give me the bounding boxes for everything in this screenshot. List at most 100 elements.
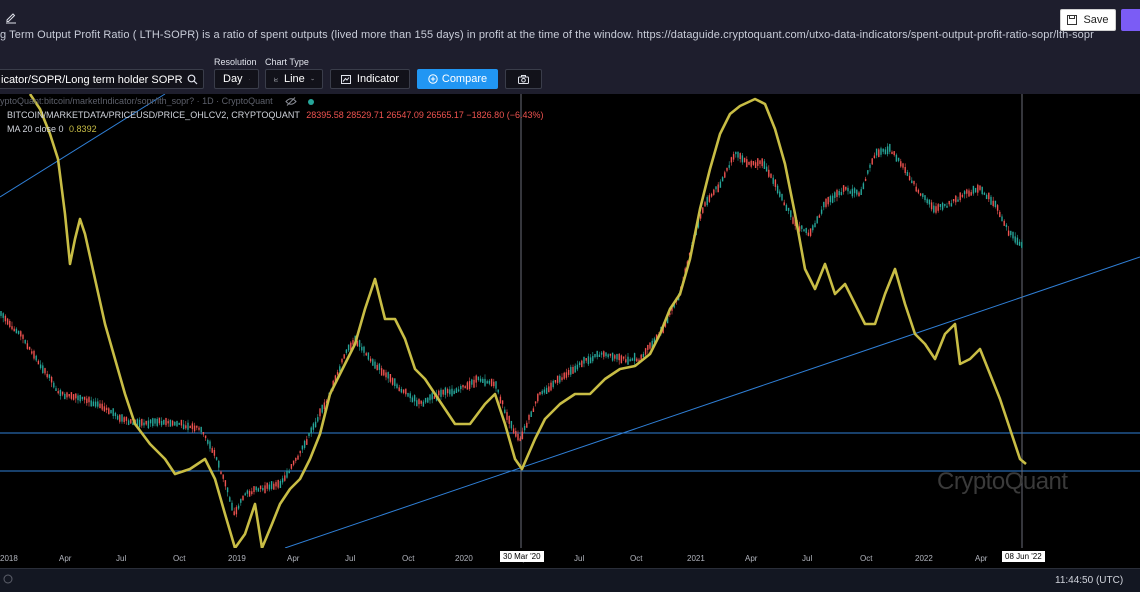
candle-body: [948, 200, 950, 205]
candle-body: [550, 382, 552, 391]
candle-body: [323, 402, 326, 410]
candle-body: [321, 404, 323, 413]
crosshair-date-tag: 30 Mar '20: [500, 551, 544, 562]
candle-body: [42, 365, 44, 373]
candle-body: [647, 345, 649, 350]
screenshot-button[interactable]: [505, 69, 542, 89]
x-tick-label: Jul: [116, 554, 127, 563]
candle-body: [264, 485, 266, 494]
candle-body: [479, 378, 482, 382]
candle-body: [891, 151, 893, 155]
sync-icon[interactable]: [2, 573, 14, 585]
candle-body: [464, 386, 466, 389]
x-tick-label: Apr: [745, 554, 758, 563]
eye-hidden-icon[interactable]: [285, 97, 297, 106]
candle-body: [99, 403, 101, 409]
candle-body: [545, 387, 548, 394]
candle-body: [737, 151, 739, 158]
candle-body: [303, 440, 306, 448]
candle-body: [490, 378, 493, 386]
indicator-path-text: icator/SOPR/Long term holder SOPR: [1, 74, 183, 86]
candle-body: [376, 364, 378, 371]
candle-body: [512, 428, 515, 434]
candle-body: [451, 388, 453, 396]
candle-body: [169, 419, 172, 427]
candle-body: [167, 421, 169, 424]
candle-body: [596, 350, 598, 357]
candle-body: [944, 203, 946, 206]
candle-body: [255, 486, 257, 491]
watermark: CryptoQuant: [937, 468, 1068, 495]
candle-body: [622, 356, 625, 359]
candle-body: [728, 165, 730, 168]
candle-body: [603, 351, 605, 357]
candle-body: [429, 394, 431, 401]
chart-type-label: Chart Type: [265, 57, 309, 67]
candle-body: [803, 229, 805, 232]
candle-body: [341, 358, 343, 363]
compare-button[interactable]: Compare: [417, 69, 498, 89]
candle-body: [911, 180, 913, 184]
candle-body: [897, 157, 900, 161]
candle-body: [554, 380, 557, 383]
candle-body: [26, 343, 29, 349]
edit-pencil-icon[interactable]: [4, 10, 18, 24]
candle-body: [218, 460, 220, 468]
candle-body: [497, 389, 499, 393]
candle-body: [994, 200, 997, 207]
candle-body: [405, 388, 407, 395]
candle-body: [990, 196, 992, 205]
candle-body: [878, 149, 880, 157]
save-button[interactable]: Save: [1060, 9, 1116, 31]
candle-body: [444, 387, 447, 395]
candle-body: [35, 355, 37, 361]
candle-body: [11, 326, 13, 330]
candle-body: [290, 464, 293, 469]
candle-body: [493, 381, 495, 387]
candle-body: [583, 356, 585, 364]
candle-body: [0, 311, 2, 316]
candle-body: [402, 389, 405, 393]
candle-body: [347, 344, 350, 351]
candle-body: [607, 354, 609, 358]
candle-body: [292, 460, 295, 465]
candle-body: [1016, 237, 1019, 245]
candle-body: [1010, 230, 1012, 236]
candle-body: [534, 401, 537, 404]
indicator-search-input[interactable]: icator/SOPR/Long term holder SOPR: [0, 69, 204, 89]
candle-body: [719, 181, 722, 188]
candle-body: [457, 389, 460, 392]
candle-body: [440, 389, 442, 397]
candle-body: [924, 195, 926, 201]
candle-body: [462, 384, 464, 388]
indicator-button[interactable]: Indicator: [330, 69, 410, 89]
candle-body: [281, 478, 284, 483]
resolution-dropdown[interactable]: Day: [214, 69, 259, 89]
candle-body: [838, 191, 840, 196]
candle-body: [864, 178, 867, 181]
candle-body: [992, 200, 994, 206]
candle-body: [224, 480, 227, 487]
candle-body: [103, 406, 106, 412]
candle-body: [156, 418, 158, 426]
candle-body: [849, 191, 851, 194]
candle-body: [508, 416, 510, 424]
chevron-down-icon: [311, 78, 314, 80]
legend-series-name: BITCOIN/MARKETDATA/PRICEUSD/PRICE_OHLCV2…: [7, 110, 300, 120]
candle-body: [387, 372, 389, 379]
share-button[interactable]: [1121, 9, 1140, 31]
candle-body: [523, 425, 526, 431]
candle-body: [246, 490, 249, 494]
compare-label: Compare: [441, 73, 488, 85]
candle-body: [937, 204, 939, 211]
chart-type-dropdown[interactable]: Line: [265, 69, 323, 89]
candle-body: [127, 420, 130, 426]
candle-body: [501, 400, 504, 405]
chart-canvas[interactable]: CryptoQuant: [0, 94, 1140, 548]
crosshair-date-tag: 08 Jun '22: [1002, 551, 1045, 562]
x-tick-label: 2018: [0, 554, 18, 563]
candle-body: [537, 393, 539, 402]
candle-body: [776, 185, 779, 194]
candle-body: [55, 388, 57, 391]
candle-body: [237, 505, 240, 509]
